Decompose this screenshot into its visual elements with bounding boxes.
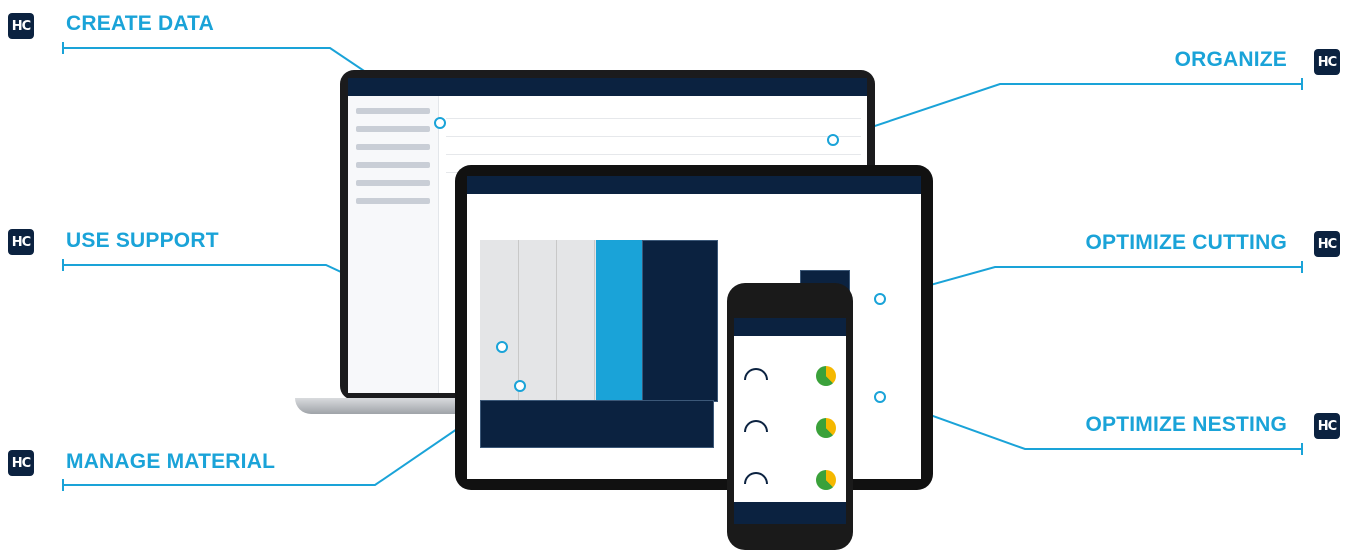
laptop-app-header <box>348 78 867 96</box>
bottom-parts <box>480 400 714 448</box>
pie-icon <box>816 418 836 438</box>
pie-icon <box>816 470 836 490</box>
brand-logo: HC <box>1314 231 1340 257</box>
underline-tick <box>1301 443 1303 455</box>
underline-tick <box>62 479 64 491</box>
connector-dot <box>496 341 508 353</box>
connector-dot <box>827 134 839 146</box>
laptop-sidebar <box>348 96 439 393</box>
underline-tick <box>62 259 64 271</box>
laptop-table-row <box>446 136 861 137</box>
sheet-strip <box>556 240 595 400</box>
nested-parts <box>642 240 718 402</box>
sheet-strip <box>480 240 519 400</box>
laptop-table-row <box>446 118 861 119</box>
optimize-cutting-label: OPTIMIZE CUTTING <box>1085 231 1287 254</box>
brand-logo: HC <box>8 450 34 476</box>
selected-part <box>596 240 642 400</box>
connector-dot <box>874 391 886 403</box>
connector-dot <box>874 293 886 305</box>
optimize-nesting-label: OPTIMIZE NESTING <box>1085 413 1287 436</box>
brand-logo: HC <box>8 13 34 39</box>
organize-label: ORGANIZE <box>1174 48 1287 71</box>
connector-dot <box>434 117 446 129</box>
underline-tick <box>1301 261 1303 273</box>
laptop-table-row <box>446 154 861 155</box>
phone-app-header <box>734 318 846 336</box>
brand-logo: HC <box>1314 49 1340 75</box>
create-data-label: CREATE DATA <box>66 12 215 35</box>
use-support-label: USE SUPPORT <box>66 229 219 252</box>
sheet-strip <box>518 240 557 400</box>
underline-tick <box>1301 78 1303 90</box>
phone-tab-bar <box>734 502 846 524</box>
underline-tick <box>62 42 64 54</box>
manage-material-label: MANAGE MATERIAL <box>66 450 276 473</box>
connector-dot <box>514 380 526 392</box>
brand-logo: HC <box>1314 413 1340 439</box>
brand-logo: HC <box>8 229 34 255</box>
tablet-app-header <box>467 176 921 194</box>
pie-icon <box>816 366 836 386</box>
